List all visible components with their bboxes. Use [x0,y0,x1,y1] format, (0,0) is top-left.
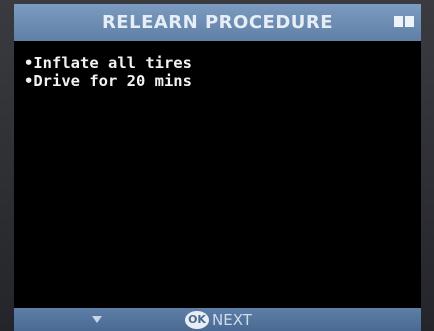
ok-button[interactable]: OK [185,311,209,329]
battery-icon [394,16,416,27]
screen: RELEARN PROCEDURE •Inflate all tires •Dr… [14,4,421,331]
device-frame: RELEARN PROCEDURE •Inflate all tires •Dr… [0,0,434,331]
battery-cell [394,16,403,27]
screen-title: RELEARN PROCEDURE [101,12,334,33]
footer-bar: OK NEXT [14,308,421,331]
battery-cell [405,16,414,27]
instruction-line: •Inflate all tires [24,54,192,72]
down-arrow-icon[interactable] [92,316,102,323]
next-label: NEXT [212,311,252,329]
header-bar: RELEARN PROCEDURE [14,4,421,41]
instructions: •Inflate all tires •Drive for 20 mins [24,54,414,90]
instruction-line: •Drive for 20 mins [24,72,192,90]
